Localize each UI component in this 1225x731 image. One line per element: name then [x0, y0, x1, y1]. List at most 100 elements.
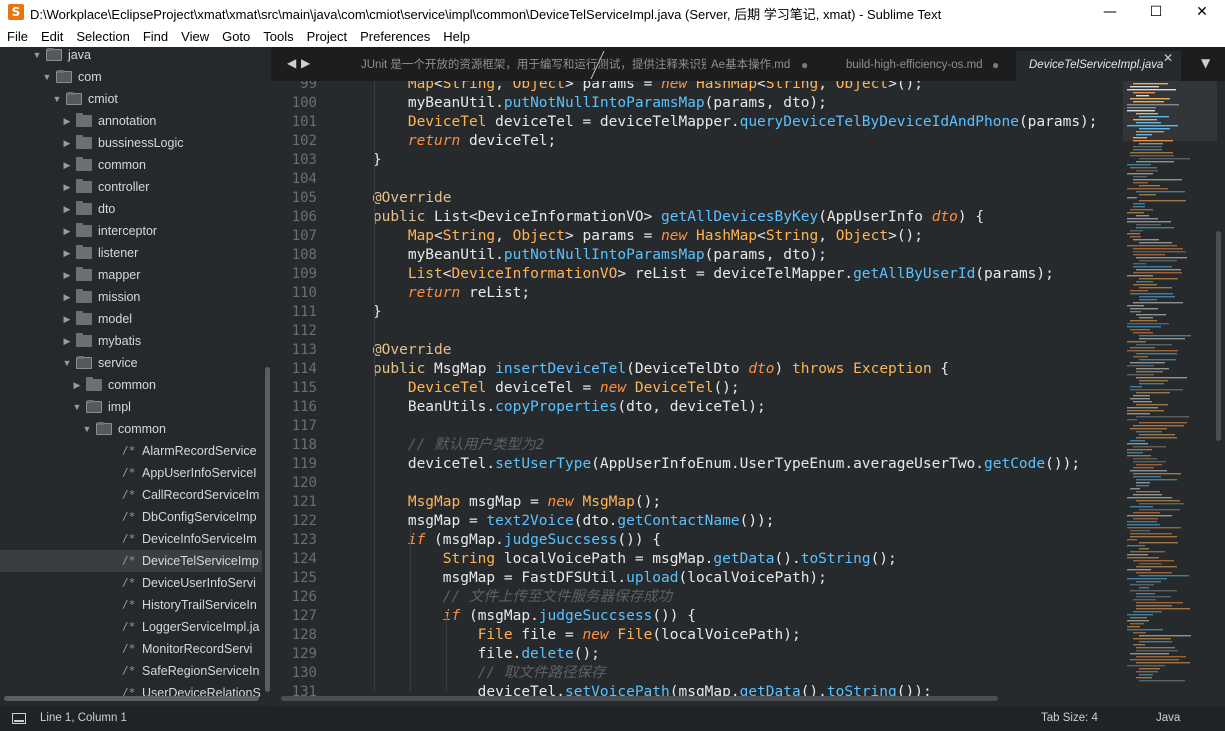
code-line[interactable]: } — [338, 303, 382, 322]
file-item[interactable]: /* SafeRegionServiceIn — [0, 660, 262, 682]
folder-item[interactable]: ▼ java — [0, 47, 262, 66]
expand-down-icon[interactable]: ▼ — [62, 352, 72, 374]
code-line[interactable]: @Override — [338, 189, 452, 208]
tab-devicetelserviceimpl[interactable]: DeviceTelServiceImpl.java ✕ — [1016, 51, 1181, 81]
folder-item[interactable]: ▶ common — [0, 374, 262, 396]
file-item[interactable]: /* AppUserInfoServiceI — [0, 462, 262, 484]
code-line[interactable]: // 默认用户类型为2 — [338, 436, 544, 455]
folder-item[interactable]: ▶ mission — [0, 286, 262, 308]
folder-item[interactable]: ▶ bussinessLogic — [0, 132, 262, 154]
expand-right-icon[interactable]: ▶ — [62, 220, 72, 242]
expand-right-icon[interactable]: ▶ — [62, 198, 72, 220]
code-line[interactable]: myBeanUtil.putNotNullIntoParamsMap(param… — [338, 94, 827, 113]
file-item[interactable]: /* DbConfigServiceImp — [0, 506, 262, 528]
folder-item[interactable]: ▼ common — [0, 418, 262, 440]
file-item[interactable]: /* DeviceTelServiceImp — [0, 550, 262, 572]
tab-overflow-icon[interactable]: ▼ — [1201, 56, 1210, 70]
tab-scroll-right-icon[interactable]: ▶ — [301, 56, 310, 70]
folder-item[interactable]: ▼ cmiot — [0, 88, 262, 110]
tab-build-os-md[interactable]: build-high-efficiency-os.md ● — [846, 51, 1006, 81]
folder-item[interactable]: ▶ dto — [0, 198, 262, 220]
code-line[interactable]: File file = new File(localVoicePath); — [338, 626, 801, 645]
code-line[interactable]: deviceTel.setUserType(AppUserInfoEnum.Us… — [338, 455, 1080, 474]
expand-right-icon[interactable]: ▶ — [62, 286, 72, 308]
code-line[interactable]: List<DeviceInformationVO> reList = devic… — [338, 265, 1054, 284]
code-line[interactable]: msgMap = FastDFSUtil.upload(localVoicePa… — [338, 569, 827, 588]
expand-right-icon[interactable]: ▶ — [62, 176, 72, 198]
code-line[interactable]: @Override — [338, 341, 452, 360]
folder-item[interactable]: ▶ listener — [0, 242, 262, 264]
expand-right-icon[interactable]: ▶ — [62, 110, 72, 132]
menu-preferences[interactable]: Preferences — [353, 26, 436, 47]
sidebar-vertical-scrollbar[interactable] — [265, 367, 270, 692]
code-line[interactable]: public List<DeviceInformationVO> getAllD… — [338, 208, 984, 227]
expand-right-icon[interactable]: ▶ — [62, 132, 72, 154]
expand-down-icon[interactable]: ▼ — [82, 418, 92, 440]
file-item[interactable]: /* DeviceInfoServiceIm — [0, 528, 262, 550]
code-line[interactable]: DeviceTel deviceTel = deviceTelMapper.qu… — [338, 113, 1098, 132]
folder-item[interactable]: ▶ common — [0, 154, 262, 176]
minimize-button[interactable]: — — [1087, 0, 1133, 26]
menu-help[interactable]: Help — [436, 26, 476, 47]
folder-item[interactable]: ▼ impl — [0, 396, 262, 418]
code-line[interactable]: Map<String, Object> params = new HashMap… — [338, 227, 923, 246]
menu-tools[interactable]: Tools — [256, 26, 299, 47]
menu-view[interactable]: View — [174, 26, 215, 47]
code-editor[interactable]: 99 100 101 102 103 104 105 106 107 108 109 110 111 11… — [271, 81, 1225, 706]
code-line[interactable]: msgMap = text2Voice(dto.getContactName()… — [338, 512, 775, 531]
editor-horizontal-scrollbar[interactable] — [281, 696, 998, 701]
file-item[interactable]: /* LoggerServiceImpl.ja — [0, 616, 262, 638]
folder-item[interactable]: ▶ mapper — [0, 264, 262, 286]
menu-file[interactable]: File — [0, 26, 34, 47]
code-line[interactable]: BeanUtils.copyProperties(dto, deviceTel)… — [338, 398, 766, 417]
file-item[interactable]: /* AlarmRecordService — [0, 440, 262, 462]
sidebar-horizontal-scrollbar[interactable] — [4, 696, 259, 701]
code-line[interactable]: String localVoicePath = msgMap.getData()… — [338, 550, 897, 569]
maximize-button[interactable]: ☐ — [1133, 0, 1179, 26]
folder-item[interactable]: ▶ interceptor — [0, 220, 262, 242]
expand-right-icon[interactable]: ▶ — [72, 374, 82, 396]
code-line[interactable]: public MsgMap insertDeviceTel(DeviceTelD… — [338, 360, 949, 379]
code-line[interactable]: if (msgMap.judgeSuccsess()) { — [338, 607, 696, 626]
cursor-position[interactable]: Line 1, Column 1 — [40, 712, 127, 724]
code-line[interactable]: if (msgMap.judgeSuccsess()) { — [338, 531, 661, 550]
expand-down-icon[interactable]: ▼ — [32, 47, 42, 66]
tab-junit[interactable]: JUnit 是一个开放的资源框架，用于编写和运行测试，提供注释来识别 — [361, 51, 711, 81]
code-line[interactable]: return deviceTel; — [338, 132, 556, 151]
folder-item[interactable]: ▶ model — [0, 308, 262, 330]
minimap[interactable] — [1123, 81, 1217, 691]
code-line[interactable]: // 文件上传至文件服务器保存成功 — [338, 588, 672, 607]
tab-size-indicator[interactable]: Tab Size: 4 — [1041, 712, 1098, 724]
tab-scroll-left-icon[interactable]: ◀ — [287, 56, 296, 70]
file-item[interactable]: /* DeviceUserInfoServi — [0, 572, 262, 594]
code-line[interactable]: myBeanUtil.putNotNullIntoParamsMap(param… — [338, 246, 827, 265]
code-line[interactable]: // 取文件路径保存 — [338, 664, 606, 683]
expand-down-icon[interactable]: ▼ — [52, 88, 62, 110]
expand-right-icon[interactable]: ▶ — [62, 154, 72, 176]
minimap-viewport[interactable] — [1123, 81, 1217, 141]
folder-item[interactable]: ▼ com — [0, 66, 262, 88]
file-item[interactable]: /* CallRecordServiceIm — [0, 484, 262, 506]
code-line[interactable]: } — [338, 151, 382, 170]
expand-right-icon[interactable]: ▶ — [62, 308, 72, 330]
folder-item[interactable]: ▶ mybatis — [0, 330, 262, 352]
folder-item[interactable]: ▼ service — [0, 352, 262, 374]
code-line[interactable]: return reList; — [338, 284, 530, 303]
menu-edit[interactable]: Edit — [34, 26, 69, 47]
code-line[interactable]: Map<String, Object> params = new HashMap… — [338, 81, 923, 94]
expand-right-icon[interactable]: ▶ — [62, 264, 72, 286]
tab-ae-md[interactable]: Ae基本操作.md ● — [711, 51, 826, 81]
folder-item[interactable]: ▶ controller — [0, 176, 262, 198]
code-line[interactable]: DeviceTel deviceTel = new DeviceTel(); — [338, 379, 740, 398]
tab-close-icon[interactable]: ✕ — [1163, 51, 1173, 65]
menu-selection[interactable]: Selection — [69, 26, 135, 47]
menu-project[interactable]: Project — [300, 26, 353, 47]
file-item[interactable]: /* MonitorRecordServi — [0, 638, 262, 660]
code-line[interactable]: MsgMap msgMap = new MsgMap(); — [338, 493, 661, 512]
expand-down-icon[interactable]: ▼ — [72, 396, 82, 418]
editor-vertical-scrollbar[interactable] — [1216, 231, 1221, 441]
menu-goto[interactable]: Goto — [215, 26, 256, 47]
code-line[interactable]: file.delete(); — [338, 645, 600, 664]
panel-toggle-icon[interactable] — [12, 713, 26, 724]
close-window-button[interactable]: ✕ — [1179, 0, 1225, 26]
